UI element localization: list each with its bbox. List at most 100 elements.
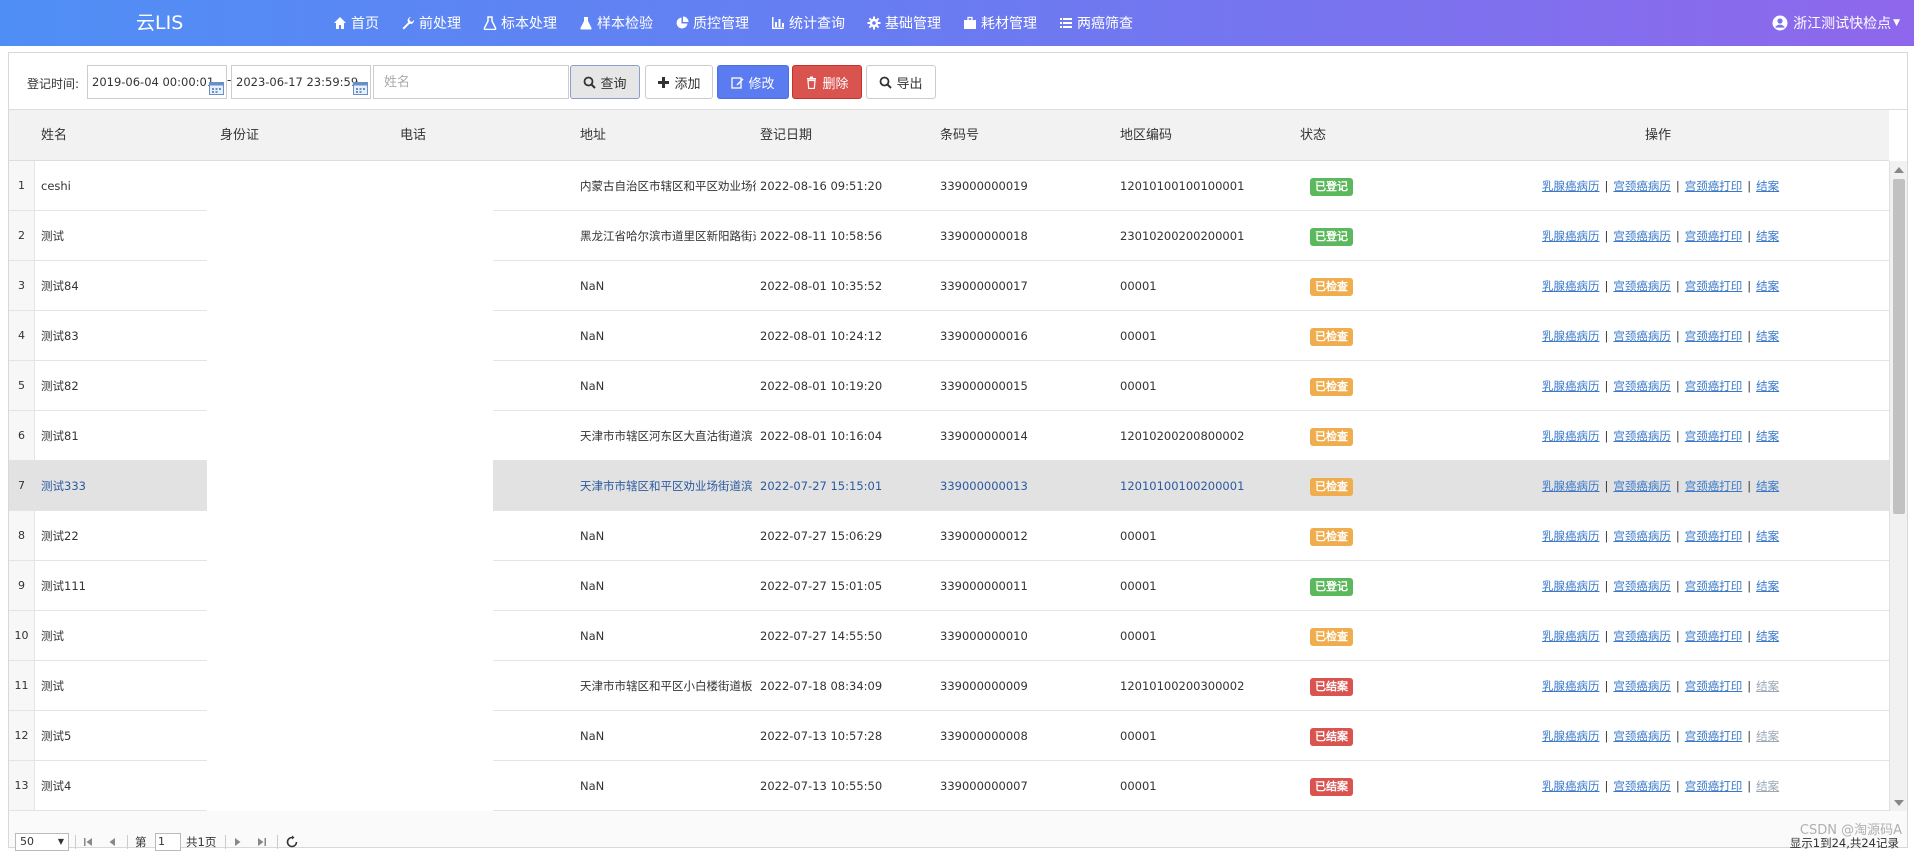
breast-cancer-record-link[interactable]: 乳腺癌病历	[1542, 479, 1600, 493]
column-header-register-date[interactable]: 登记日期	[760, 110, 812, 161]
table-row[interactable]: 4测试83NaN2022-08-01 10:24:123390000000160…	[9, 311, 1889, 361]
table-row[interactable]: 13测试4NaN2022-07-13 10:55:503390000000070…	[9, 761, 1889, 811]
close-case-link[interactable]: 结案	[1756, 279, 1779, 293]
cervical-cancer-print-link[interactable]: 宫颈癌打印	[1685, 379, 1743, 393]
nav-item-5[interactable]: 统计查询	[760, 0, 856, 46]
cervical-cancer-print-link[interactable]: 宫颈癌打印	[1685, 429, 1743, 443]
breast-cancer-record-link[interactable]: 乳腺癌病历	[1542, 229, 1600, 243]
breast-cancer-record-link[interactable]: 乳腺癌病历	[1542, 279, 1600, 293]
breast-cancer-record-link[interactable]: 乳腺癌病历	[1542, 529, 1600, 543]
scroll-down-arrow-icon[interactable]	[1894, 800, 1904, 806]
app-brand[interactable]: 云LIS	[136, 0, 183, 46]
breast-cancer-record-link[interactable]: 乳腺癌病历	[1542, 379, 1600, 393]
table-row[interactable]: 10测试NaN2022-07-27 14:55:5033900000001000…	[9, 611, 1889, 661]
cervical-cancer-print-link[interactable]: 宫颈癌打印	[1685, 529, 1743, 543]
prev-page-icon[interactable]	[105, 835, 119, 849]
close-case-link[interactable]: 结案	[1756, 529, 1779, 543]
cervical-cancer-record-link[interactable]: 宫颈癌病历	[1613, 429, 1671, 443]
breast-cancer-record-link[interactable]: 乳腺癌病历	[1542, 629, 1600, 643]
cervical-cancer-record-link[interactable]: 宫颈癌病历	[1613, 629, 1671, 643]
breast-cancer-record-link[interactable]: 乳腺癌病历	[1542, 779, 1600, 793]
column-header-name[interactable]: 姓名	[41, 110, 67, 161]
next-page-icon[interactable]	[231, 835, 245, 849]
date-to-input[interactable]: 2023-06-17 23:59:59	[231, 65, 371, 99]
close-case-link[interactable]: 结案	[1756, 779, 1779, 793]
page-number-input[interactable]: 1	[155, 833, 181, 851]
cervical-cancer-record-link[interactable]: 宫颈癌病历	[1613, 579, 1671, 593]
table-row[interactable]: 3测试84NaN2022-08-01 10:35:523390000000170…	[9, 261, 1889, 311]
cervical-cancer-record-link[interactable]: 宫颈癌病历	[1613, 229, 1671, 243]
calendar-icon[interactable]	[353, 75, 368, 89]
table-row[interactable]: 2测试黑龙江省哈尔滨市道里区新阳路街道2022-08-11 10:58:5633…	[9, 211, 1889, 261]
breast-cancer-record-link[interactable]: 乳腺癌病历	[1542, 429, 1600, 443]
cervical-cancer-record-link[interactable]: 宫颈癌病历	[1613, 779, 1671, 793]
cervical-cancer-print-link[interactable]: 宫颈癌打印	[1685, 229, 1743, 243]
close-case-link[interactable]: 结案	[1756, 229, 1779, 243]
cervical-cancer-record-link[interactable]: 宫颈癌病历	[1613, 279, 1671, 293]
last-page-icon[interactable]	[255, 835, 269, 849]
export-button[interactable]: 导出	[866, 65, 936, 99]
cervical-cancer-record-link[interactable]: 宫颈癌病历	[1613, 379, 1671, 393]
table-row[interactable]: 1ceshi内蒙古自治区市辖区和平区劝业场街道2022-08-16 09:51:…	[9, 161, 1889, 211]
close-case-link[interactable]: 结案	[1756, 329, 1779, 343]
breast-cancer-record-link[interactable]: 乳腺癌病历	[1542, 579, 1600, 593]
refresh-icon[interactable]	[285, 835, 299, 849]
column-header-address[interactable]: 地址	[580, 110, 606, 161]
cervical-cancer-record-link[interactable]: 宫颈癌病历	[1613, 179, 1671, 193]
close-case-link[interactable]: 结案	[1756, 429, 1779, 443]
vertical-scrollbar[interactable]	[1889, 161, 1907, 811]
nav-item-6[interactable]: 基础管理	[856, 0, 952, 46]
scroll-up-arrow-icon[interactable]	[1894, 167, 1904, 173]
nav-item-3[interactable]: 样本检验	[568, 0, 664, 46]
cervical-cancer-print-link[interactable]: 宫颈癌打印	[1685, 329, 1743, 343]
first-page-icon[interactable]	[81, 835, 95, 849]
close-case-link[interactable]: 结案	[1756, 179, 1779, 193]
table-row[interactable]: 12测试5NaN2022-07-13 10:57:283390000000080…	[9, 711, 1889, 761]
breast-cancer-record-link[interactable]: 乳腺癌病历	[1542, 679, 1600, 693]
table-row[interactable]: 9测试111NaN2022-07-27 15:01:05339000000011…	[9, 561, 1889, 611]
column-header-phone[interactable]: 电话	[400, 110, 426, 161]
table-row[interactable]: 11测试天津市市辖区和平区小白楼街道板2022-07-18 08:34:0933…	[9, 661, 1889, 711]
column-header-region-code[interactable]: 地区编码	[1120, 110, 1172, 161]
cervical-cancer-print-link[interactable]: 宫颈癌打印	[1685, 779, 1743, 793]
cervical-cancer-print-link[interactable]: 宫颈癌打印	[1685, 179, 1743, 193]
edit-button[interactable]: 修改	[717, 65, 789, 99]
calendar-icon[interactable]	[209, 75, 224, 89]
table-row[interactable]: 8测试22NaN2022-07-27 15:06:293390000000120…	[9, 511, 1889, 561]
nav-item-7[interactable]: 耗材管理	[952, 0, 1048, 46]
user-menu[interactable]: 浙江测试快检点 ▼	[1772, 0, 1900, 46]
cervical-cancer-print-link[interactable]: 宫颈癌打印	[1685, 629, 1743, 643]
table-row[interactable]: 7测试333天津市市辖区和平区劝业场街道滨2022-07-27 15:15:01…	[9, 461, 1889, 511]
nav-item-2[interactable]: 标本处理	[472, 0, 568, 46]
breast-cancer-record-link[interactable]: 乳腺癌病历	[1542, 729, 1600, 743]
cervical-cancer-record-link[interactable]: 宫颈癌病历	[1613, 729, 1671, 743]
cervical-cancer-print-link[interactable]: 宫颈癌打印	[1685, 279, 1743, 293]
breast-cancer-record-link[interactable]: 乳腺癌病历	[1542, 179, 1600, 193]
close-case-link[interactable]: 结案	[1756, 629, 1779, 643]
close-case-link[interactable]: 结案	[1756, 479, 1779, 493]
nav-item-8[interactable]: 两癌筛查	[1048, 0, 1144, 46]
cervical-cancer-print-link[interactable]: 宫颈癌打印	[1685, 729, 1743, 743]
page-size-select[interactable]: 50 ▼	[15, 833, 69, 851]
cervical-cancer-print-link[interactable]: 宫颈癌打印	[1685, 679, 1743, 693]
column-header-id-card[interactable]: 身份证	[220, 110, 259, 161]
nav-item-4[interactable]: 质控管理	[664, 0, 760, 46]
cervical-cancer-record-link[interactable]: 宫颈癌病历	[1613, 329, 1671, 343]
nav-item-0[interactable]: 首页	[322, 0, 390, 46]
column-header-barcode[interactable]: 条码号	[940, 110, 979, 161]
table-row[interactable]: 6测试81天津市市辖区河东区大直沽街道滨2022-08-01 10:16:043…	[9, 411, 1889, 461]
cervical-cancer-record-link[interactable]: 宫颈癌病历	[1613, 479, 1671, 493]
cervical-cancer-record-link[interactable]: 宫颈癌病历	[1613, 529, 1671, 543]
cervical-cancer-print-link[interactable]: 宫颈癌打印	[1685, 579, 1743, 593]
delete-button[interactable]: 删除	[792, 65, 862, 99]
column-header-status[interactable]: 状态	[1300, 110, 1326, 161]
scrollbar-thumb[interactable]	[1893, 179, 1905, 514]
query-button[interactable]: 查询	[570, 65, 640, 99]
breast-cancer-record-link[interactable]: 乳腺癌病历	[1542, 329, 1600, 343]
name-search-input[interactable]	[373, 65, 569, 99]
date-from-input[interactable]: 2019-06-04 00:00:01	[87, 65, 227, 99]
add-button[interactable]: 添加	[645, 65, 713, 99]
table-row[interactable]: 5测试82NaN2022-08-01 10:19:203390000000150…	[9, 361, 1889, 411]
cervical-cancer-print-link[interactable]: 宫颈癌打印	[1685, 479, 1743, 493]
close-case-link[interactable]: 结案	[1756, 379, 1779, 393]
